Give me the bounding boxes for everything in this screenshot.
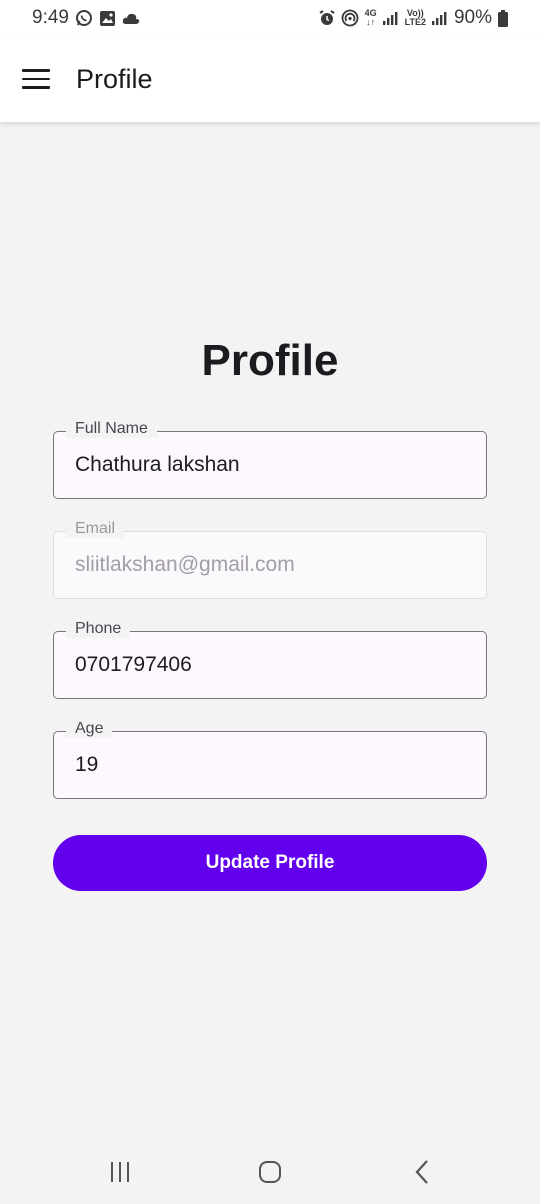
status-time: 9:49 xyxy=(32,7,69,28)
signal-icon-sim2 xyxy=(431,11,448,25)
home-icon[interactable] xyxy=(250,1148,290,1196)
gallery-icon xyxy=(99,10,116,27)
lte2-label: LTE2 xyxy=(404,17,426,27)
update-profile-button[interactable]: Update Profile xyxy=(53,835,487,891)
full-name-value: Chathura lakshan xyxy=(75,453,240,476)
menu-line xyxy=(22,86,50,89)
network-type-indicator: 4G ↓↑ xyxy=(365,9,377,27)
page-title: Profile xyxy=(201,336,339,385)
alarm-icon xyxy=(319,10,335,26)
battery-icon xyxy=(498,9,508,27)
age-value: 19 xyxy=(75,753,99,776)
back-icon[interactable] xyxy=(402,1148,442,1196)
email-value: sliitlakshan@gmail.com xyxy=(75,553,295,576)
data-arrows-icon: ↓↑ xyxy=(366,17,376,27)
app-bar-title: Profile xyxy=(76,63,153,94)
battery-percent: 90% xyxy=(453,7,492,28)
volte-indicator: Vo)) LTE2 xyxy=(405,9,426,27)
menu-line xyxy=(22,77,50,81)
phone-value: 0701797406 xyxy=(75,653,192,676)
status-left: 9:49 xyxy=(32,7,140,29)
age-field[interactable]: Age 19 xyxy=(53,720,487,799)
status-right: 4G ↓↑ Vo)) LTE2 90% xyxy=(319,7,508,29)
hamburger-menu-icon[interactable] xyxy=(22,69,50,89)
whatsapp-icon xyxy=(75,9,93,27)
full-name-field[interactable]: Full Name Chathura lakshan xyxy=(53,420,487,499)
menu-line xyxy=(22,69,50,72)
cloud-icon xyxy=(122,12,140,25)
recent-apps-icon[interactable] xyxy=(100,1148,140,1196)
signal-icon xyxy=(382,11,399,25)
hotspot-icon xyxy=(341,9,359,27)
phone-field[interactable]: Phone 0701797406 xyxy=(53,620,487,699)
status-bar: 9:49 4G ↓↑ Vo)) LTE2 90% xyxy=(0,0,540,36)
top-app-bar: Profile xyxy=(0,36,540,122)
email-field: Email sliitlakshan@gmail.com xyxy=(53,520,487,599)
